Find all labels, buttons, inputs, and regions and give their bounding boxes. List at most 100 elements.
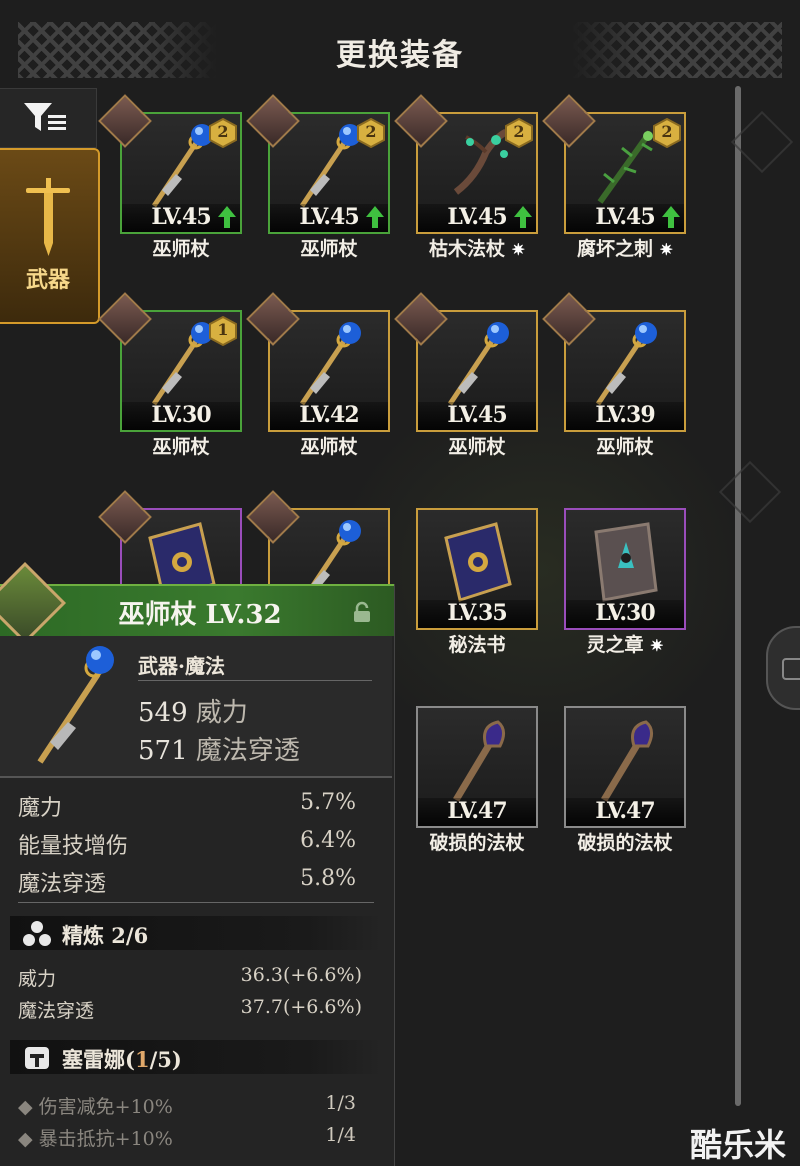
- handle-icon: [782, 658, 800, 680]
- item-name-text: 腐坏之刺: [576, 238, 653, 260]
- badge-count: 2: [365, 122, 377, 141]
- item-name: 巫师杖: [268, 432, 390, 459]
- sub-stat-value: 5.7%: [300, 790, 356, 815]
- refine-icon: [23, 921, 51, 946]
- item-name-text: 巫师杖: [448, 436, 506, 458]
- set-title-prefix: 塞雷娜(: [62, 1047, 135, 1072]
- sub-stat-row: 能量技增伤 6.4%: [18, 828, 356, 860]
- item-level: LV.39: [595, 402, 655, 428]
- sub-stat-label: 魔法穿透: [18, 872, 107, 897]
- item-card[interactable]: LV.30: [564, 508, 686, 630]
- filter-button[interactable]: [0, 88, 97, 148]
- item-name: 巫师杖: [416, 432, 538, 459]
- item-name-text: 枯木法杖: [428, 238, 505, 260]
- item-name: 巫师杖: [268, 234, 390, 261]
- equipment-item[interactable]: LV.45 2 巫师杖: [98, 94, 242, 272]
- equipment-item[interactable]: LV.35 秘法书: [416, 508, 538, 668]
- item-name: 枯木法杖 ✷: [416, 234, 538, 261]
- upgrade-arrow-icon: [662, 206, 680, 228]
- detail-main: 武器·魔法 549 威力 571 魔法穿透: [0, 636, 392, 778]
- item-name: 巫师杖: [564, 432, 686, 459]
- item-name-text: 破损的法杖: [429, 832, 525, 854]
- star-badge: 2: [504, 117, 534, 152]
- set-bonus-label: 伤害减免+10%: [38, 1096, 173, 1118]
- detail-title: 巫师杖 LV.32: [118, 600, 282, 630]
- side-drawer-handle[interactable]: [766, 626, 800, 710]
- main-stat: 549 威力: [138, 692, 248, 729]
- equipment-item[interactable]: LV.45 巫师杖: [394, 292, 538, 470]
- badge-count: 1: [217, 320, 229, 339]
- item-card[interactable]: LV.47: [564, 706, 686, 828]
- divider: [18, 902, 374, 903]
- item-level: LV.47: [447, 798, 507, 824]
- item-level: LV.30: [151, 402, 211, 428]
- set-bonus-value: 1/3: [325, 1092, 356, 1114]
- header: 更换装备: [0, 0, 800, 92]
- item-name-text: 巫师杖: [152, 436, 210, 458]
- main-stat: 571 魔法穿透: [138, 730, 300, 767]
- refine-label: 魔法穿透: [18, 1000, 95, 1022]
- equipment-item[interactable]: LV.42 巫师杖: [246, 292, 390, 470]
- item-name-text: 灵之章: [586, 634, 644, 656]
- item-name-text: 破损的法杖: [577, 832, 673, 854]
- set-section-header: 塞雷娜(1/5): [10, 1040, 382, 1074]
- lock-icon[interactable]: [350, 600, 374, 624]
- item-card[interactable]: LV.35: [416, 508, 538, 630]
- set-bonus-value: 1/4: [325, 1124, 356, 1146]
- main-stat-value: 549: [138, 698, 188, 728]
- item-level: LV.30: [595, 600, 655, 626]
- equipment-item[interactable]: LV.47 破损的法杖: [416, 706, 538, 866]
- star-badge: 2: [652, 117, 682, 152]
- item-name: 巫师杖: [120, 234, 242, 261]
- item-name-text: 秘法书: [448, 634, 506, 656]
- sub-stat-value: 6.4%: [300, 828, 356, 853]
- refine-row: 威力 36.3(+6.6%): [18, 964, 362, 991]
- item-name: 破损的法杖: [564, 828, 686, 855]
- helmet-icon: [25, 1047, 49, 1069]
- equipment-item[interactable]: LV.39 巫师杖: [542, 292, 686, 470]
- upgrade-arrow-icon: [514, 206, 532, 228]
- badge-count: 2: [513, 122, 525, 141]
- equipment-item[interactable]: LV.30 灵之章 ✷: [564, 508, 686, 668]
- item-card[interactable]: LV.47: [416, 706, 538, 828]
- equipment-item[interactable]: LV.47 破损的法杖: [564, 706, 686, 866]
- refine-label: 威力: [18, 968, 57, 990]
- equipment-item[interactable]: LV.45 2 腐坏之刺 ✷: [542, 94, 686, 272]
- ornament-right: [570, 22, 782, 78]
- item-name: 腐坏之刺 ✷: [564, 234, 686, 261]
- ornament-left: [18, 22, 218, 78]
- equipment-item[interactable]: LV.30 1 巫师杖: [98, 292, 242, 470]
- badge-count: 2: [661, 122, 673, 141]
- item-name: 灵之章 ✷: [564, 630, 686, 657]
- item-name-text: 巫师杖: [300, 238, 358, 260]
- equipment-item[interactable]: LV.45 2 枯木法杖 ✷: [394, 94, 538, 272]
- tab-weapon-label: 武器: [25, 267, 70, 293]
- staff-art-icon: [37, 646, 114, 764]
- star-badge: 1: [208, 315, 238, 350]
- item-name: 破损的法杖: [416, 828, 538, 855]
- star-badge: 2: [356, 117, 386, 152]
- set-title: 塞雷娜(1/5): [62, 1044, 182, 1074]
- item-name-text: 巫师杖: [596, 436, 654, 458]
- item-detail-panel: 巫师杖 LV.32 武器·魔法 549 威力 571 魔法穿透 魔力 5.7% …: [0, 561, 395, 1166]
- item-level: LV.35: [447, 600, 507, 626]
- sub-stat-label: 魔力: [18, 796, 63, 821]
- sparkle-icon: ✷: [650, 636, 664, 655]
- tab-weapon[interactable]: 武器: [0, 148, 100, 324]
- item-name: 秘法书: [416, 630, 538, 657]
- page-title: 更换装备: [336, 38, 464, 73]
- item-name-text: 巫师杖: [152, 238, 210, 260]
- set-bonus-label: 暴击抵抗+10%: [38, 1128, 173, 1150]
- item-name: 巫师杖: [120, 432, 242, 459]
- upgrade-arrow-icon: [218, 206, 236, 228]
- scrollbar-thumb[interactable]: [735, 86, 741, 1106]
- set-title-suffix: /5): [149, 1047, 182, 1072]
- equipment-item[interactable]: LV.45 2 巫师杖: [246, 94, 390, 272]
- detail-header: 巫师杖 LV.32: [0, 584, 394, 636]
- sub-stat-row: 魔力 5.7%: [18, 790, 356, 822]
- upgrade-arrow-icon: [366, 206, 384, 228]
- filter-icon: [24, 103, 66, 131]
- sparkle-icon: ✷: [511, 240, 526, 259]
- divider: [138, 680, 372, 681]
- item-level: LV.42: [299, 402, 359, 428]
